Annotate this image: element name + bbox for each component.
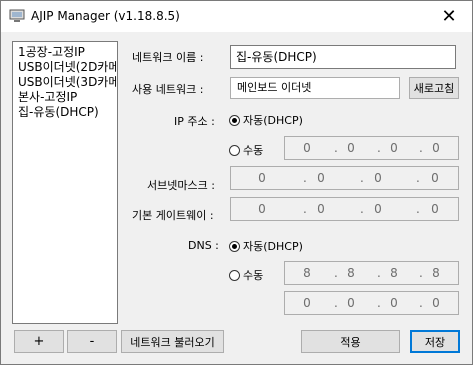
radio-selected-icon	[229, 240, 240, 252]
gateway-label: 기본 게이트웨이 :	[132, 209, 214, 222]
ip-octet: 0	[390, 141, 398, 155]
ip-octet: 0	[347, 296, 355, 310]
ip-dot: .	[377, 266, 381, 280]
apply-button-label: 적용	[340, 335, 361, 349]
subnet-mask-field[interactable]: 0 . 0 . 0 . 0	[230, 166, 459, 190]
close-button[interactable]: ✕	[426, 1, 472, 32]
subnet-label: 서브넷마스크 :	[147, 179, 215, 192]
ip-manual-radio[interactable]: 수동	[229, 142, 263, 158]
ip-dot: .	[377, 296, 381, 310]
list-item[interactable]: 1공장-고정IP	[18, 45, 85, 60]
ip-octet: 0	[303, 141, 311, 155]
adapter-select[interactable]: 메인보드 이더넷	[230, 77, 400, 99]
add-network-button-label: +	[33, 334, 45, 349]
ip-dot: .	[303, 202, 307, 216]
list-item[interactable]: USB이더넷(3D카메라	[18, 75, 117, 90]
dns-primary-field[interactable]: 8 . 8 . 8 . 8	[284, 261, 459, 285]
ip-address-field[interactable]: 0 . 0 . 0 . 0	[284, 136, 459, 160]
save-button-label: 저장	[424, 335, 446, 349]
ip-octet: 8	[390, 266, 398, 280]
close-icon: ✕	[441, 6, 457, 27]
ip-dot: .	[419, 296, 423, 310]
ip-dot: .	[416, 171, 420, 185]
ip-dot: .	[377, 141, 381, 155]
dns-label: DNS :	[188, 239, 219, 252]
ip-octet: 0	[303, 296, 311, 310]
save-button[interactable]: 저장	[410, 330, 460, 353]
title-bar: AJIP Manager (v1.18.8.5) ✕	[1, 1, 472, 32]
list-item[interactable]: 집-유동(DHCP)	[18, 105, 99, 120]
ip-dot: .	[360, 171, 364, 185]
list-item[interactable]: USB이더넷(2D카메라	[18, 60, 117, 75]
radio-selected-icon	[229, 114, 240, 126]
network-name-label: 네트워크 이름 :	[132, 51, 204, 64]
dns-manual-radio[interactable]: 수동	[229, 267, 263, 283]
ip-auto-radio[interactable]: 자동(DHCP)	[229, 112, 303, 128]
ip-octet: 0	[431, 202, 439, 216]
ip-dot: .	[416, 202, 420, 216]
refresh-button[interactable]: 새로고침	[409, 77, 459, 99]
ip-octet: 0	[374, 171, 382, 185]
load-network-button[interactable]: 네트워크 불러오기	[121, 330, 224, 353]
ip-octet: 0	[432, 141, 440, 155]
remove-network-button[interactable]: -	[67, 330, 117, 353]
ip-octet: 0	[317, 171, 325, 185]
ip-octet: 0	[258, 202, 266, 216]
dns-secondary-field[interactable]: 0 . 0 . 0 . 0	[284, 291, 459, 315]
window-title: AJIP Manager (v1.18.8.5)	[31, 9, 180, 23]
ip-dot: .	[334, 141, 338, 155]
ip-octet: 0	[258, 171, 266, 185]
dns-auto-label: 자동(DHCP)	[243, 240, 303, 253]
list-item[interactable]: 본사-고정IP	[18, 90, 77, 105]
ip-octet: 8	[432, 266, 440, 280]
ip-dot: .	[334, 266, 338, 280]
ip-manual-label: 수동	[243, 144, 264, 157]
ip-octet: 0	[317, 202, 325, 216]
ip-octet: 0	[431, 171, 439, 185]
network-list[interactable]: 1공장-고정IP USB이더넷(2D카메라 USB이더넷(3D카메라 본사-고정…	[12, 41, 118, 324]
dns-auto-radio[interactable]: 자동(DHCP)	[229, 238, 303, 254]
network-name-input[interactable]: 집-유동(DHCP)	[230, 45, 456, 69]
ip-auto-label: 자동(DHCP)	[243, 114, 303, 127]
load-network-button-label: 네트워크 불러오기	[130, 335, 215, 349]
ip-dot: .	[419, 141, 423, 155]
ip-octet: 0	[374, 202, 382, 216]
add-network-button[interactable]: +	[14, 330, 64, 353]
ip-address-label: IP 주소 :	[174, 115, 215, 128]
apply-button[interactable]: 적용	[301, 330, 400, 353]
ip-dot: .	[419, 266, 423, 280]
app-network-icon	[9, 9, 25, 22]
ip-dot: .	[360, 202, 364, 216]
radio-unselected-icon	[229, 269, 240, 281]
ip-octet: 0	[347, 141, 355, 155]
adapter-select-value: 메인보드 이더넷	[237, 81, 312, 94]
dns-manual-label: 수동	[243, 269, 264, 282]
ip-octet: 8	[303, 266, 311, 280]
ip-dot: .	[334, 296, 338, 310]
remove-network-button-label: -	[89, 334, 95, 349]
app-window: AJIP Manager (v1.18.8.5) ✕ 1공장-고정IP USB이…	[0, 0, 473, 365]
gateway-field[interactable]: 0 . 0 . 0 . 0	[230, 197, 459, 221]
ip-dot: .	[303, 171, 307, 185]
radio-unselected-icon	[229, 144, 240, 156]
ip-octet: 8	[347, 266, 355, 280]
ip-octet: 0	[390, 296, 398, 310]
ip-octet: 0	[432, 296, 440, 310]
refresh-button-label: 새로고침	[413, 82, 455, 95]
adapter-label: 사용 네트워크 :	[132, 83, 204, 96]
